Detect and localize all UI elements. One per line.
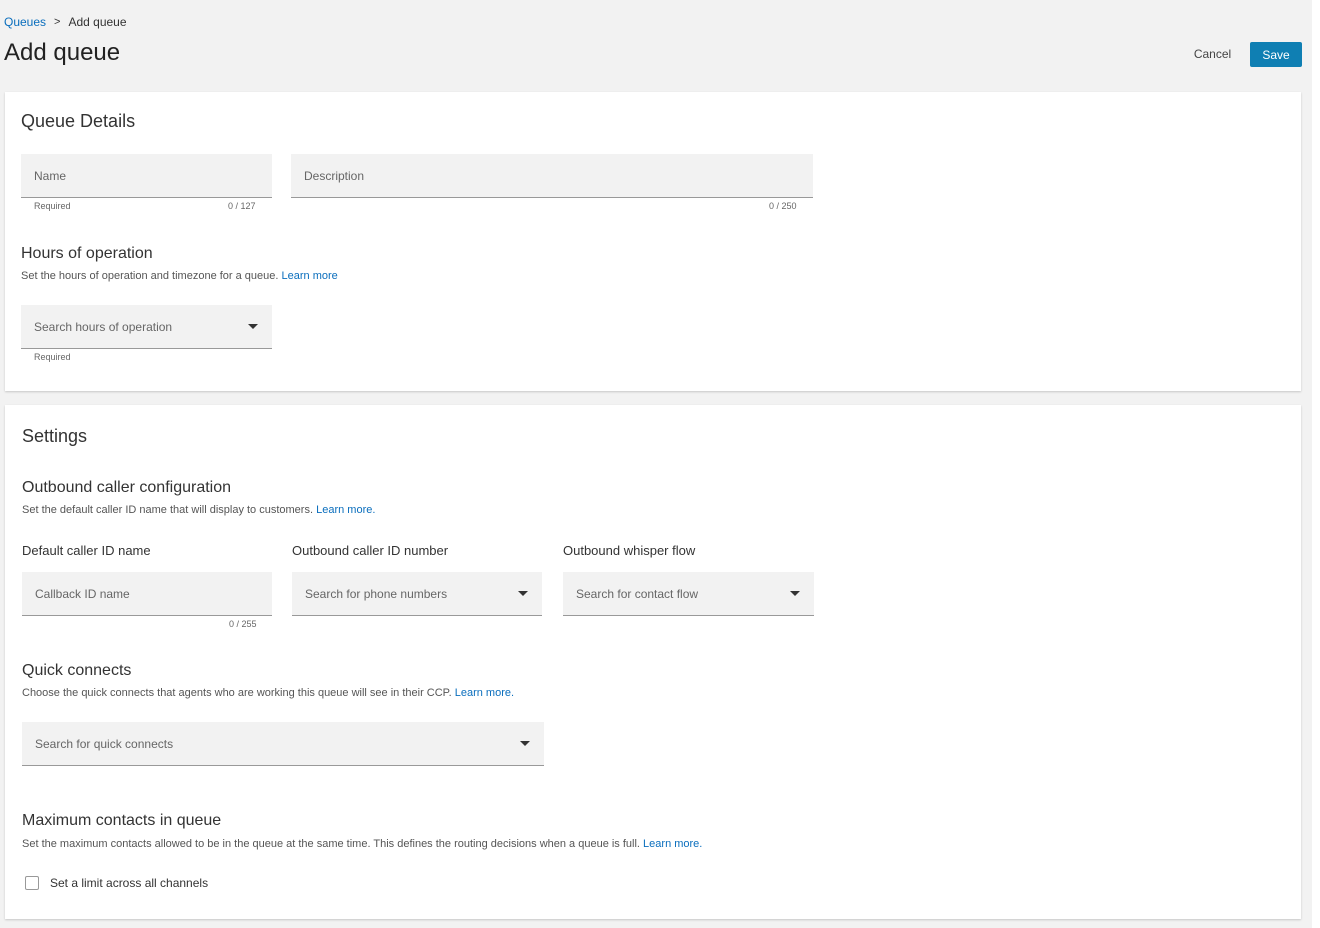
save-button[interactable]: Save (1250, 42, 1302, 67)
description-char-counter: 0 / 250 (769, 201, 797, 211)
contact-flow-select[interactable]: Search for contact flow (563, 572, 814, 616)
chevron-right-icon: > (54, 16, 61, 28)
settings-title: Settings (22, 426, 88, 446)
default-caller-id-label: Default caller ID name (22, 543, 151, 558)
default-caller-id-counter: 0 / 255 (229, 619, 257, 629)
queue-details-card: Queue Details Name Required 0 / 127 Desc… (5, 92, 1301, 391)
quick-connects-select[interactable]: Search for quick connects (22, 722, 544, 766)
breadcrumb: Queues > Add queue (4, 15, 127, 29)
hours-select-placeholder: Search hours of operation (34, 320, 173, 334)
default-caller-id-placeholder: Callback ID name (35, 587, 130, 601)
phone-number-placeholder: Search for phone numbers (305, 587, 448, 601)
hours-learn-more-link[interactable]: Learn more (282, 270, 338, 282)
description-field[interactable]: Description (291, 154, 813, 198)
limit-all-channels-checkbox[interactable] (25, 876, 39, 890)
default-caller-id-field[interactable]: Callback ID name (22, 572, 272, 616)
name-placeholder: Name (34, 169, 67, 183)
quick-connects-desc-text: Choose the quick connects that agents wh… (22, 687, 452, 699)
outbound-whisper-flow-label: Outbound whisper flow (563, 543, 696, 558)
description-placeholder: Description (304, 169, 365, 183)
caret-down-icon (248, 324, 258, 329)
contact-flow-placeholder: Search for contact flow (576, 587, 699, 601)
phone-number-select[interactable]: Search for phone numbers (292, 572, 542, 616)
cancel-button[interactable]: Cancel (1185, 41, 1240, 67)
hours-required-helper: Required (34, 352, 71, 362)
caret-down-icon (518, 591, 528, 596)
outbound-learn-more-link[interactable]: Learn more. (316, 504, 375, 516)
quick-connects-desc: Choose the quick connects that agents wh… (22, 687, 514, 699)
name-field[interactable]: Name (21, 154, 272, 198)
settings-card: Settings Outbound caller configuration S… (5, 405, 1301, 919)
name-required-helper: Required (34, 201, 71, 211)
hours-section-desc: Set the hours of operation and timezone … (21, 270, 338, 282)
page-title: Add queue (4, 39, 121, 66)
outbound-desc-text: Set the default caller ID name that will… (22, 504, 314, 516)
quick-connects-placeholder: Search for quick connects (35, 737, 174, 751)
caret-down-icon (520, 741, 530, 746)
hours-section-title: Hours of operation (21, 245, 153, 262)
outbound-caller-number-label: Outbound caller ID number (292, 543, 449, 558)
caret-down-icon (790, 591, 800, 596)
quick-connects-learn-more-link[interactable]: Learn more. (455, 687, 514, 699)
hours-desc-text: Set the hours of operation and timezone … (21, 270, 279, 282)
quick-connects-title: Quick connects (22, 662, 132, 679)
outbound-section-desc: Set the default caller ID name that will… (22, 504, 375, 516)
max-contacts-learn-more-link[interactable]: Learn more. (643, 838, 702, 850)
breadcrumb-current: Add queue (68, 15, 127, 29)
limit-all-channels-label[interactable]: Set a limit across all channels (50, 876, 208, 890)
max-contacts-desc: Set the maximum contacts allowed to be i… (22, 838, 702, 850)
name-char-counter: 0 / 127 (228, 201, 256, 211)
max-contacts-desc-text: Set the maximum contacts allowed to be i… (22, 838, 640, 850)
queue-details-title: Queue Details (21, 111, 136, 131)
breadcrumb-queues-link[interactable]: Queues (4, 15, 46, 29)
max-contacts-title: Maximum contacts in queue (22, 812, 222, 829)
hours-of-operation-select[interactable]: Search hours of operation (21, 305, 272, 349)
outbound-section-title: Outbound caller configuration (22, 479, 232, 496)
